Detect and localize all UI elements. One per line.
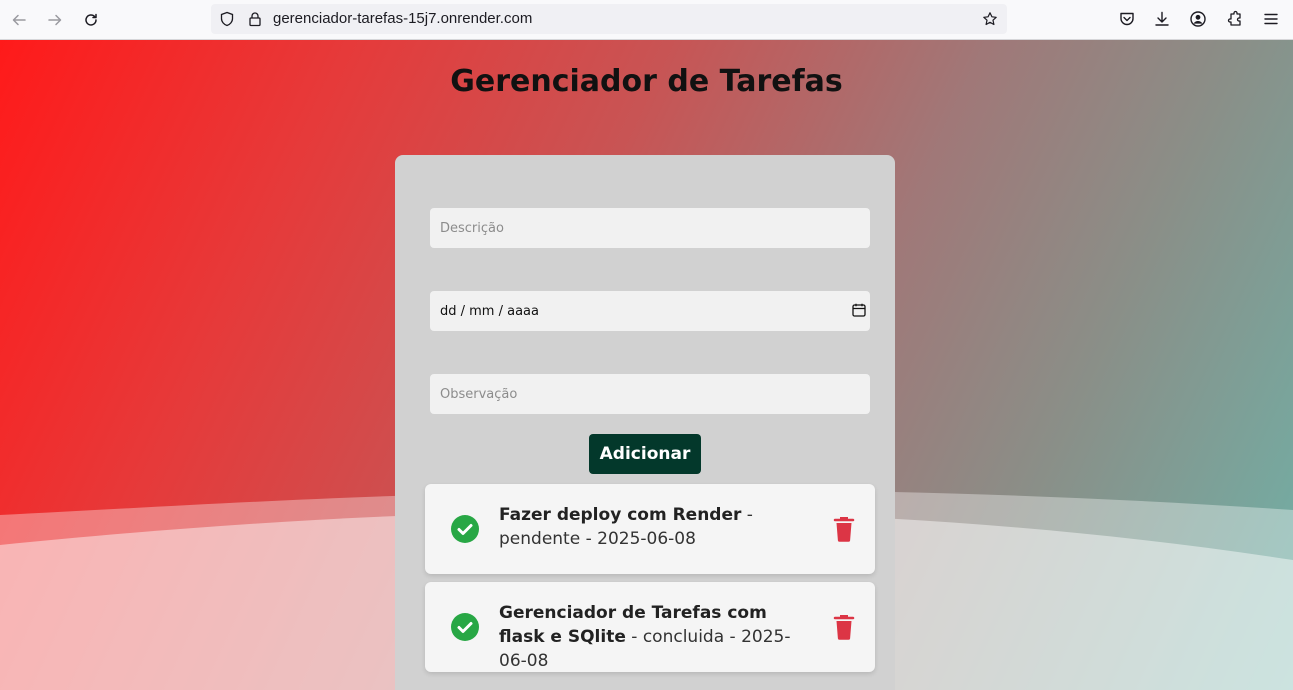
reload-button[interactable] xyxy=(79,8,103,32)
check-circle-icon[interactable] xyxy=(450,514,480,544)
description-input[interactable] xyxy=(430,208,870,248)
pocket-icon[interactable] xyxy=(1118,10,1136,28)
task-date: 2025-06-08 xyxy=(597,529,696,549)
task-status: pendente xyxy=(499,529,581,549)
task-form-card: dd / mm / aaaa Adicionar Fazer deploy co… xyxy=(395,155,895,690)
task-text: Gerenciador de Tarefas com flask e SQlit… xyxy=(499,603,791,671)
task-status: concluida xyxy=(642,627,725,647)
observation-input[interactable] xyxy=(430,374,870,414)
page-background: Gerenciador de Tarefas dd / mm / aaaa Ad… xyxy=(0,40,1293,690)
bookmark-star-icon[interactable] xyxy=(982,11,998,27)
url-text[interactable]: gerenciador-tarefas-15j7.onrender.com xyxy=(273,10,532,27)
browser-toolbar: gerenciador-tarefas-15j7.onrender.com xyxy=(0,0,1293,40)
date-placeholder: dd / mm / aaaa xyxy=(440,303,539,319)
menu-icon[interactable] xyxy=(1262,10,1280,28)
task-item: Gerenciador de Tarefas com flask e SQlit… xyxy=(425,582,875,672)
forward-arrow-icon xyxy=(48,14,62,26)
shield-icon[interactable] xyxy=(219,11,235,27)
address-bar[interactable]: gerenciador-tarefas-15j7.onrender.com xyxy=(211,4,1007,34)
page-title: Gerenciador de Tarefas xyxy=(450,64,843,99)
task-text: Fazer deploy com Render - pendente - 202… xyxy=(499,505,753,549)
back-button[interactable] xyxy=(7,8,31,32)
lock-icon[interactable] xyxy=(247,11,263,27)
task-item: Fazer deploy com Render - pendente - 202… xyxy=(425,484,875,574)
extensions-icon[interactable] xyxy=(1226,10,1244,28)
task-title: Fazer deploy com Render xyxy=(499,505,742,525)
trash-icon[interactable] xyxy=(833,614,855,640)
trash-icon[interactable] xyxy=(833,516,855,542)
date-input[interactable]: dd / mm / aaaa xyxy=(430,291,870,331)
calendar-icon[interactable] xyxy=(852,303,866,317)
add-button[interactable]: Adicionar xyxy=(589,434,701,474)
reload-icon xyxy=(85,13,97,26)
back-arrow-icon xyxy=(12,14,26,26)
check-circle-icon[interactable] xyxy=(450,612,480,642)
forward-button[interactable] xyxy=(43,8,67,32)
download-icon[interactable] xyxy=(1153,10,1171,28)
account-icon[interactable] xyxy=(1189,10,1207,28)
